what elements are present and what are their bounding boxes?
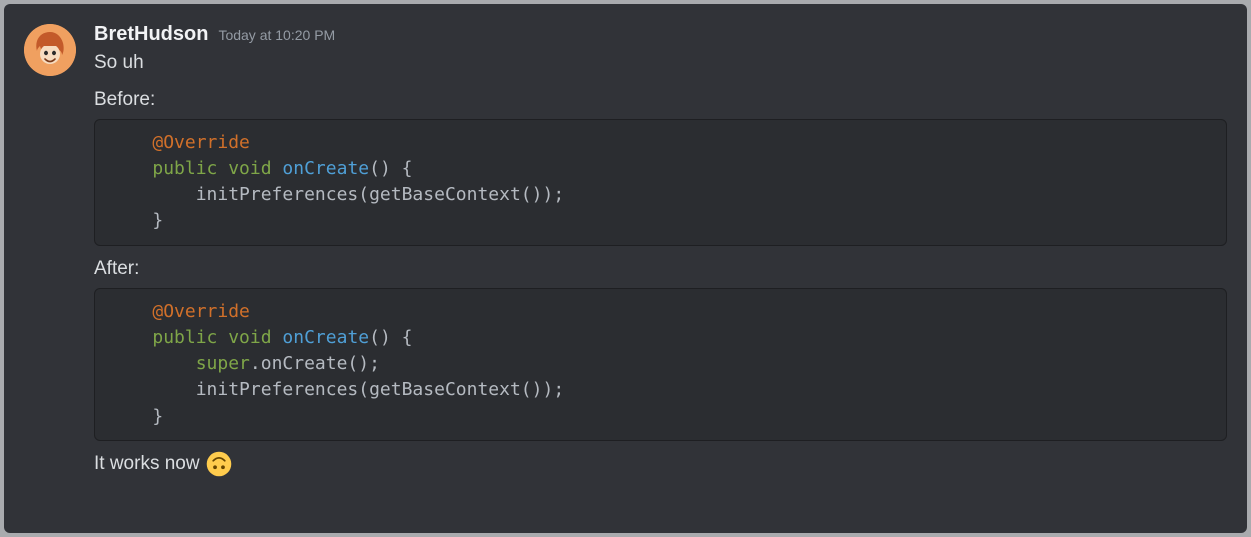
upside-down-face-emoji-icon (206, 451, 232, 477)
message-line-1: So uh (94, 50, 1227, 77)
code-plain: () { (369, 158, 412, 179)
code-plain: initPreferences(getBaseContext()); (109, 184, 564, 205)
code-plain: .onCreate(); (250, 353, 380, 374)
code-plain: } (109, 406, 163, 427)
code-func: onCreate (282, 158, 369, 179)
code-block-before[interactable]: @Override public void onCreate() { initP… (94, 119, 1227, 245)
message-content: BretHudson Today at 10:20 PM So uh Befor… (94, 22, 1227, 477)
code-block-after[interactable]: @Override public void onCreate() { super… (94, 288, 1227, 440)
chat-message: BretHudson Today at 10:20 PM So uh Befor… (24, 22, 1227, 477)
code-plain: } (109, 210, 163, 231)
code-plain: () { (369, 327, 412, 348)
code-indent (109, 327, 152, 348)
timestamp: Today at 10:20 PM (218, 27, 335, 43)
after-label: After: (94, 256, 1227, 283)
footer-text: It works now (94, 453, 200, 475)
message-header: BretHudson Today at 10:20 PM (94, 22, 1227, 46)
username[interactable]: BretHudson (94, 22, 208, 46)
code-keyword: public void (152, 327, 271, 348)
chat-message-container: BretHudson Today at 10:20 PM So uh Befor… (4, 4, 1247, 533)
avatar-image-icon (24, 24, 76, 76)
code-keyword: public void (152, 158, 271, 179)
avatar[interactable] (24, 24, 76, 76)
code-plain: initPreferences(getBaseContext()); (109, 379, 564, 400)
message-footer: It works now (94, 451, 1227, 477)
code-indent (109, 158, 152, 179)
code-annotation: @Override (152, 301, 250, 322)
before-label: Before: (94, 87, 1227, 114)
code-indent (109, 301, 152, 322)
code-plain (109, 353, 196, 374)
code-func: onCreate (282, 327, 369, 348)
code-super: super (196, 353, 250, 374)
code-indent (109, 132, 152, 153)
code-annotation: @Override (152, 132, 250, 153)
